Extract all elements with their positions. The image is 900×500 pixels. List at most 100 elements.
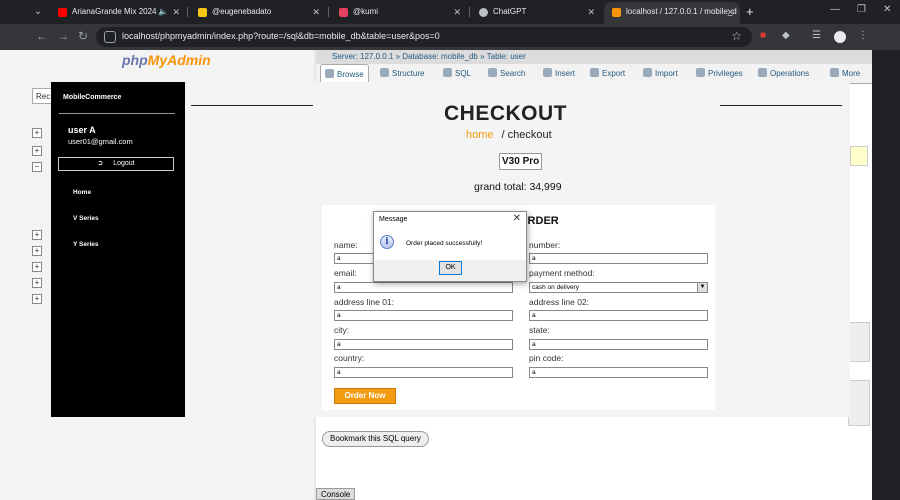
close-icon[interactable]: ✕ bbox=[513, 213, 521, 224]
search-icon bbox=[488, 68, 497, 77]
city-input[interactable]: a bbox=[334, 339, 513, 350]
privileges-icon bbox=[696, 68, 705, 77]
console-toggle[interactable]: Console bbox=[316, 488, 356, 500]
user-name: user A bbox=[68, 125, 96, 135]
pma-breadcrumb[interactable]: Server: 127.0.0.1 » Database: mobile_db … bbox=[316, 50, 872, 64]
tree-expand-icon[interactable]: + bbox=[32, 128, 42, 138]
tab-search-chevron-down-icon[interactable]: ⌄ bbox=[32, 6, 44, 18]
number-input[interactable]: a bbox=[529, 253, 708, 264]
insert-icon bbox=[543, 68, 552, 77]
bookmark-sql-query-button[interactable]: Bookmark this SQL query bbox=[322, 431, 429, 447]
tab-kumi[interactable]: @kumi ✕ bbox=[331, 2, 467, 24]
more-menu-icon[interactable]: ⋮ bbox=[858, 30, 868, 41]
minimize-icon[interactable]: — bbox=[830, 4, 840, 15]
address-line-1-label: address line 01: bbox=[334, 297, 395, 307]
dialog-title: Message bbox=[379, 216, 408, 223]
address-line-1-input[interactable]: a bbox=[334, 310, 513, 321]
close-tab-icon[interactable]: ✕ bbox=[726, 2, 734, 22]
tab-title: ChatGPT bbox=[493, 7, 527, 16]
breadcrumb: home / checkout bbox=[466, 129, 552, 141]
youtube-icon bbox=[58, 8, 67, 17]
tab-phpmyadmin[interactable]: localhost / 127.0.0.1 / mobile_d ✕ bbox=[604, 2, 740, 24]
tab-title: @eugenebadato bbox=[212, 7, 272, 16]
state-input[interactable]: a bbox=[529, 339, 708, 350]
structure-icon bbox=[380, 68, 389, 77]
star-icon[interactable]: ☆ bbox=[731, 29, 742, 43]
message-dialog: Message ✕ i Order placed successfully! O… bbox=[373, 211, 527, 282]
close-tab-icon[interactable]: ✕ bbox=[172, 2, 180, 22]
country-label: country: bbox=[334, 353, 365, 363]
breadcrumb-home-link[interactable]: home bbox=[466, 129, 494, 141]
export-icon bbox=[590, 68, 599, 77]
tree-expand-icon[interactable]: − bbox=[32, 162, 42, 172]
dialog-message: Order placed successfully! bbox=[406, 240, 483, 247]
instagram-icon bbox=[339, 8, 348, 17]
address-line-2-input[interactable]: a bbox=[529, 310, 708, 321]
close-window-icon[interactable]: ✕ bbox=[883, 4, 891, 15]
tab-search[interactable]: Search bbox=[488, 68, 525, 78]
country-input[interactable]: a bbox=[334, 367, 513, 378]
extension-icon[interactable]: ■ bbox=[760, 30, 766, 41]
reload-icon[interactable]: ↻ bbox=[78, 29, 88, 43]
phpmyadmin-logo[interactable]: phpMyAdmin bbox=[122, 52, 211, 68]
title-rule-left bbox=[191, 105, 313, 106]
tree-expand-icon[interactable]: + bbox=[32, 146, 42, 156]
close-tab-icon[interactable]: ✕ bbox=[453, 2, 461, 22]
tab-export[interactable]: Export bbox=[590, 68, 625, 78]
tab-divider bbox=[328, 7, 329, 17]
tab-ariana-grande-mix[interactable]: ArianaGrande Mix 2024 🔈 ✕ bbox=[50, 2, 186, 24]
back-icon[interactable]: ← bbox=[36, 29, 48, 43]
brand-name[interactable]: MobileCommerce bbox=[63, 94, 121, 101]
sidebar-item-y-series[interactable]: Y Series bbox=[73, 241, 99, 248]
page-title: CHECKOUT bbox=[444, 102, 567, 125]
url-text[interactable]: localhost/phpmyadmin/index.php?route=/sq… bbox=[122, 31, 440, 41]
chevron-down-icon[interactable]: ▼ bbox=[697, 283, 707, 292]
tab-structure[interactable]: Structure bbox=[380, 68, 424, 78]
tab-title: ArianaGrande Mix 2024 bbox=[72, 7, 157, 16]
pma-tab-bar: Browse Structure SQL Search Insert Expor… bbox=[316, 64, 872, 84]
tree-expand-icon[interactable]: + bbox=[32, 246, 42, 256]
tab-sql[interactable]: SQL bbox=[443, 68, 471, 78]
tab-title: localhost / 127.0.0.1 / mobile_d bbox=[626, 7, 737, 16]
order-now-button[interactable]: Order Now bbox=[334, 388, 396, 404]
close-tab-icon[interactable]: ✕ bbox=[312, 2, 320, 22]
chatgpt-icon bbox=[479, 8, 488, 17]
tab-eugenebadato[interactable]: @eugenebadato ✕ bbox=[190, 2, 326, 24]
tab-operations[interactable]: Operations bbox=[758, 68, 809, 78]
import-icon bbox=[643, 68, 652, 77]
close-tab-icon[interactable]: ✕ bbox=[587, 2, 595, 22]
tree-expand-icon[interactable]: + bbox=[32, 294, 42, 304]
email-input[interactable]: a bbox=[334, 282, 513, 293]
tree-expand-icon[interactable]: + bbox=[32, 230, 42, 240]
tree-expand-icon[interactable]: + bbox=[32, 262, 42, 272]
sidebar-item-home[interactable]: Home bbox=[73, 189, 91, 196]
profile-icon[interactable] bbox=[834, 31, 846, 43]
pma-panel-block bbox=[848, 380, 870, 426]
tab-chatgpt[interactable]: ChatGPT ✕ bbox=[471, 2, 601, 24]
address-bar[interactable]: localhost/phpmyadmin/index.php?route=/sq… bbox=[96, 27, 752, 47]
dialog-body: i Order placed successfully! OK bbox=[374, 228, 526, 281]
payment-method-select[interactable]: cash on delivery ▼ bbox=[529, 282, 708, 293]
pin-code-input[interactable]: a bbox=[529, 367, 708, 378]
site-info-icon[interactable] bbox=[104, 31, 116, 43]
tab-more[interactable]: More bbox=[830, 68, 860, 78]
sidebar-item-v-series[interactable]: V Series bbox=[73, 215, 99, 222]
forward-icon[interactable]: → bbox=[57, 29, 69, 43]
speaker-icon[interactable]: 🔈 bbox=[158, 2, 168, 22]
tab-insert[interactable]: Insert bbox=[543, 68, 575, 78]
logout-button[interactable]: ➲ Logout bbox=[58, 157, 174, 171]
tab-import[interactable]: Import bbox=[643, 68, 678, 78]
sidebar-divider bbox=[59, 113, 175, 114]
tab-title: @kumi bbox=[353, 7, 379, 16]
new-tab-icon[interactable]: + bbox=[746, 4, 754, 19]
extensions-icon[interactable]: ◆ bbox=[782, 30, 790, 41]
tab-browse[interactable]: Browse bbox=[320, 64, 369, 84]
operations-icon bbox=[758, 68, 767, 77]
tree-expand-icon[interactable]: + bbox=[32, 278, 42, 288]
tab-privileges[interactable]: Privileges bbox=[696, 68, 743, 78]
state-label: state: bbox=[529, 325, 550, 335]
restore-icon[interactable]: ❐ bbox=[857, 4, 866, 15]
tab-divider bbox=[469, 7, 470, 17]
ok-button[interactable]: OK bbox=[439, 261, 462, 275]
reading-list-icon[interactable]: ☰ bbox=[812, 30, 821, 41]
